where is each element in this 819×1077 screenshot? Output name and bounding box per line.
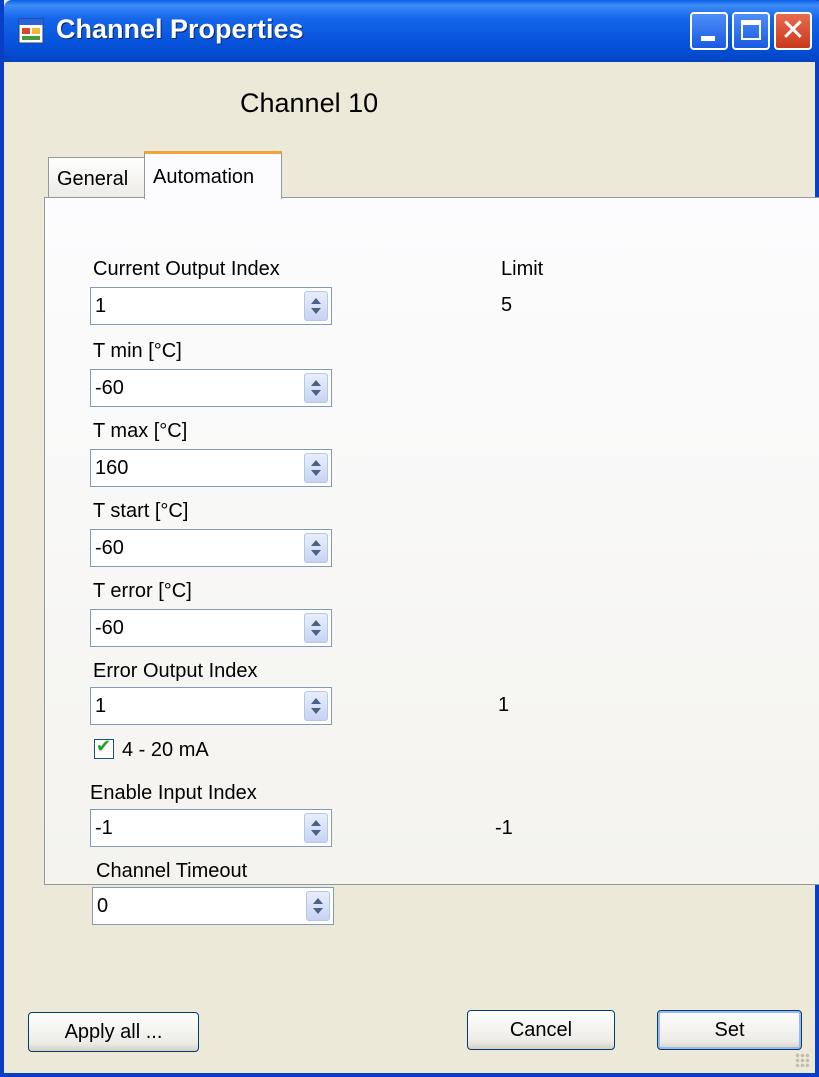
- t-error-label: T error [°C]: [93, 580, 192, 602]
- t-max-value[interactable]: 160: [95, 457, 128, 480]
- resize-grip[interactable]: [795, 1053, 809, 1067]
- stepper-arrows[interactable]: [304, 691, 328, 721]
- current-output-index-label: Current Output Index: [93, 258, 280, 280]
- apply-all-button[interactable]: Apply all ...: [28, 1012, 199, 1052]
- set-button[interactable]: Set: [657, 1010, 802, 1050]
- enable-input-index-limit: -1: [495, 817, 513, 839]
- stepper-up-icon[interactable]: [311, 380, 321, 386]
- t-start-value[interactable]: -60: [95, 537, 124, 560]
- stepper-arrows[interactable]: [304, 453, 328, 483]
- stepper-down-icon[interactable]: [311, 308, 321, 314]
- stepper-down-icon[interactable]: [311, 830, 321, 836]
- channel-timeout-label: Channel Timeout: [96, 860, 248, 882]
- channel-timeout-value[interactable]: 0: [97, 895, 108, 918]
- t-min-stepper[interactable]: -60: [90, 369, 332, 407]
- stepper-arrows[interactable]: [304, 533, 328, 563]
- enable-input-index-value[interactable]: -1: [95, 817, 113, 840]
- stepper-down-icon[interactable]: [311, 630, 321, 636]
- stepper-down-icon[interactable]: [311, 708, 321, 714]
- close-button[interactable]: ✕: [774, 12, 812, 50]
- channel-timeout-stepper[interactable]: 0: [92, 887, 334, 925]
- stepper-arrows[interactable]: [304, 813, 328, 843]
- limit-label: Limit: [501, 258, 544, 280]
- checkmark-icon: ✔: [96, 736, 112, 757]
- t-max-stepper[interactable]: 160: [90, 449, 332, 487]
- t-min-label: T min [°C]: [93, 340, 182, 362]
- current-output-index-value[interactable]: 1: [95, 295, 106, 318]
- error-output-index-stepper[interactable]: 1: [90, 687, 332, 725]
- close-icon: ✕: [780, 13, 806, 48]
- maximize-button[interactable]: [732, 12, 770, 50]
- cancel-button[interactable]: Cancel: [467, 1010, 615, 1050]
- stepper-up-icon[interactable]: [311, 540, 321, 546]
- stepper-down-icon[interactable]: [311, 390, 321, 396]
- minimize-button[interactable]: [690, 12, 728, 50]
- stepper-down-icon[interactable]: [311, 550, 321, 556]
- four-twenty-ma-label[interactable]: 4 - 20 mA: [122, 739, 209, 762]
- t-max-label: T max [°C]: [93, 420, 188, 442]
- t-error-value[interactable]: -60: [95, 617, 124, 640]
- stepper-up-icon[interactable]: [313, 898, 323, 904]
- tab-automation[interactable]: Automation: [144, 151, 282, 199]
- stepper-down-icon[interactable]: [313, 908, 323, 914]
- stepper-arrows[interactable]: [306, 891, 330, 921]
- window-title: Channel Properties: [56, 14, 304, 44]
- title-bar[interactable]: Channel Properties ✕: [4, 0, 819, 62]
- stepper-up-icon[interactable]: [311, 820, 321, 826]
- stepper-up-icon[interactable]: [311, 460, 321, 466]
- current-output-index-stepper[interactable]: 1: [90, 287, 332, 325]
- t-start-label: T start [°C]: [93, 500, 189, 522]
- enable-input-index-label: Enable Input Index: [90, 782, 257, 804]
- error-output-index-limit: 1: [498, 694, 510, 716]
- t-start-stepper[interactable]: -60: [90, 529, 332, 567]
- stepper-up-icon[interactable]: [311, 298, 321, 304]
- error-output-index-value[interactable]: 1: [95, 695, 106, 718]
- minimize-icon: [701, 36, 715, 41]
- current-output-index-limit: 5: [501, 294, 513, 316]
- stepper-up-icon[interactable]: [311, 698, 321, 704]
- stepper-arrows[interactable]: [304, 291, 328, 321]
- channel-title: Channel 10: [240, 88, 379, 118]
- four-twenty-ma-checkbox[interactable]: ✔: [94, 736, 114, 759]
- stepper-down-icon[interactable]: [311, 470, 321, 476]
- error-output-index-label: Error Output Index: [93, 660, 258, 682]
- t-error-stepper[interactable]: -60: [90, 609, 332, 647]
- maximize-icon: [741, 20, 761, 40]
- stepper-up-icon[interactable]: [311, 620, 321, 626]
- enable-input-index-stepper[interactable]: -1: [90, 809, 332, 847]
- dialog-window: Channel Properties ✕ Channel 10 General …: [0, 0, 819, 1077]
- stepper-arrows[interactable]: [304, 613, 328, 643]
- t-min-value[interactable]: -60: [95, 377, 124, 400]
- tab-general[interactable]: General: [48, 157, 145, 197]
- stepper-arrows[interactable]: [304, 373, 328, 403]
- app-icon: [18, 18, 44, 44]
